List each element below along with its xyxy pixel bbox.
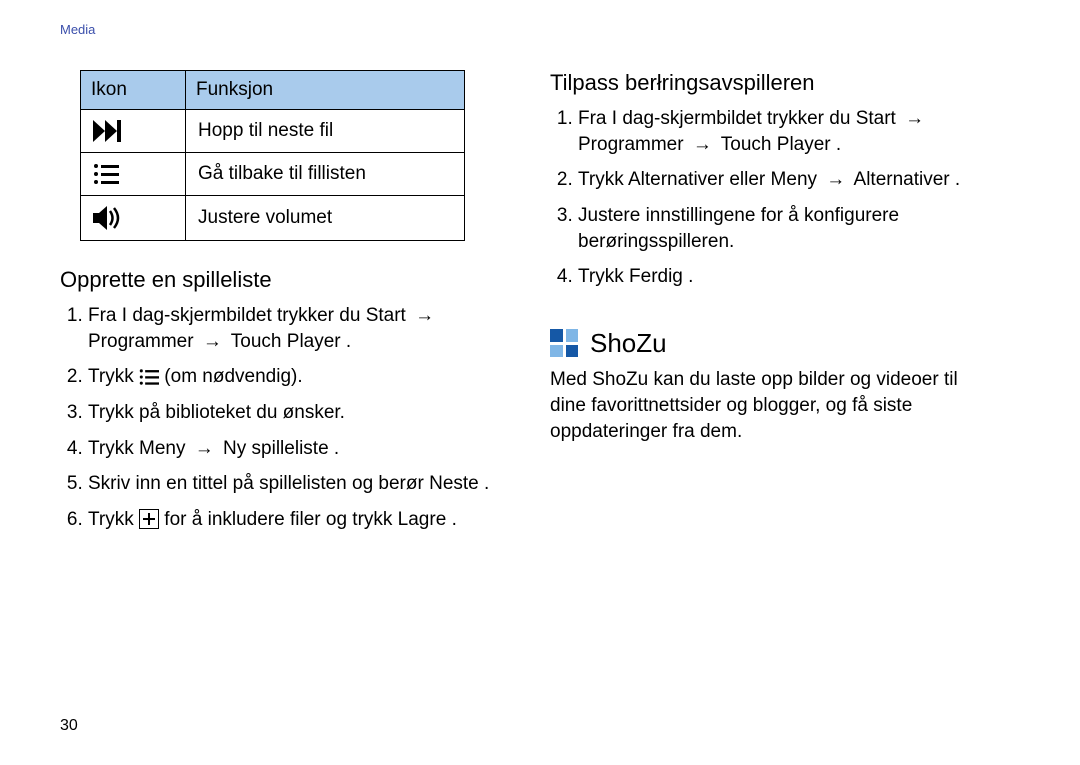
period: .	[346, 331, 351, 352]
step-1: Fra I dag-skjermbildet trykker du Start …	[578, 106, 980, 157]
step-text: Fra I dag-skjermbildet trykker du	[578, 108, 856, 129]
table-header-function: Funksjon	[186, 71, 465, 110]
section-title-create-playlist: Opprette en spilleliste	[60, 267, 490, 293]
arrow-icon: →	[689, 134, 716, 155]
menu-label: Alternativer	[854, 169, 950, 190]
menu-label: Lagre	[398, 509, 447, 530]
period: .	[452, 509, 457, 530]
step-text: Trykk	[88, 366, 139, 387]
path-touch-player: Touch Player	[231, 331, 341, 352]
shozu-title: ShoZu	[590, 328, 667, 359]
step-text: for å inkludere filer og trykk	[164, 509, 397, 530]
period: .	[836, 134, 841, 155]
step-2: Trykk (om nødvendig).	[88, 364, 490, 390]
period: .	[484, 473, 489, 494]
step-6: Trykk for å inkludere filer og trykk Lag…	[88, 507, 490, 533]
path-start: Start	[366, 305, 406, 326]
step-4: Trykk Ferdig .	[578, 264, 980, 290]
next-track-icon	[81, 110, 186, 153]
menu-label: Ny spilleliste	[223, 438, 329, 459]
path-programmer: Programmer	[578, 134, 684, 155]
shozu-heading: ShoZu	[550, 328, 980, 359]
plus-icon	[139, 509, 159, 529]
arrow-icon: →	[191, 438, 218, 459]
breadcrumb: Media	[60, 22, 95, 37]
table-row: Hopp til neste fil	[81, 110, 465, 153]
steps-create-playlist: Fra I dag-skjermbildet trykker du Start …	[60, 303, 490, 532]
step-2: Trykk Alternativer eller Meny → Alternat…	[578, 167, 980, 193]
menu-label: Alternativer	[628, 169, 724, 190]
step-text: (om nødvendig).	[164, 366, 302, 387]
arrow-icon: →	[822, 169, 849, 190]
icon-function-table: Ikon Funksjon Hopp til neste	[80, 70, 465, 241]
path-touch-player: Touch Player	[721, 134, 831, 155]
step-text: Fra I dag-skjermbildet trykker du	[88, 305, 366, 326]
arrow-icon: →	[199, 331, 226, 352]
cell-function: Hopp til neste fil	[186, 110, 465, 153]
cell-function: Gå tilbake til fillisten	[186, 153, 465, 196]
manual-page: Media Ikon Funksjon	[0, 0, 1080, 765]
step-text: eller	[729, 169, 770, 190]
left-column: Ikon Funksjon Hopp til neste	[60, 70, 490, 542]
page-number: 30	[60, 717, 78, 735]
menu-label: Meny	[771, 169, 817, 190]
section-title-customize-player: Tilpass berłringsavspilleren	[550, 70, 980, 96]
steps-customize-player: Fra I dag-skjermbildet trykker du Start …	[550, 106, 980, 290]
period: .	[955, 169, 960, 190]
step-text: Trykk	[88, 509, 139, 530]
step-3: Justere innstillingene for å konfigurere…	[578, 203, 980, 254]
menu-label: Meny	[139, 438, 185, 459]
right-column: Tilpass berłringsavspilleren Fra I dag-s…	[550, 70, 980, 542]
list-icon	[139, 368, 159, 386]
period: .	[688, 266, 693, 287]
table-row: Gå tilbake til fillisten	[81, 153, 465, 196]
table-header-icon: Ikon	[81, 71, 186, 110]
period: .	[334, 438, 339, 459]
menu-label: Ferdig	[629, 266, 683, 287]
step-3: Trykk på biblioteket du ønsker.	[88, 400, 490, 426]
step-text: Skriv inn en tittel på spillelisten og b…	[88, 473, 429, 494]
cell-function: Justere volumet	[186, 196, 465, 241]
step-text: Trykk	[88, 438, 139, 459]
arrow-icon: →	[411, 305, 438, 326]
step-4: Trykk Meny → Ny spilleliste .	[88, 436, 490, 462]
step-text: Trykk	[578, 169, 628, 190]
arrow-icon: →	[901, 108, 928, 129]
menu-label: Neste	[429, 473, 479, 494]
table-row: Justere volumet	[81, 196, 465, 241]
step-5: Skriv inn en tittel på spillelisten og b…	[88, 471, 490, 497]
step-text: Trykk	[578, 266, 629, 287]
path-start: Start	[856, 108, 896, 129]
two-column-layout: Ikon Funksjon Hopp til neste	[60, 70, 1020, 542]
shozu-icon	[550, 329, 578, 357]
shozu-description: Med ShoZu kan du laste opp bilder og vid…	[550, 367, 980, 446]
volume-icon	[81, 196, 186, 241]
path-programmer: Programmer	[88, 331, 194, 352]
step-1: Fra I dag-skjermbildet trykker du Start …	[88, 303, 490, 354]
list-icon	[81, 153, 186, 196]
